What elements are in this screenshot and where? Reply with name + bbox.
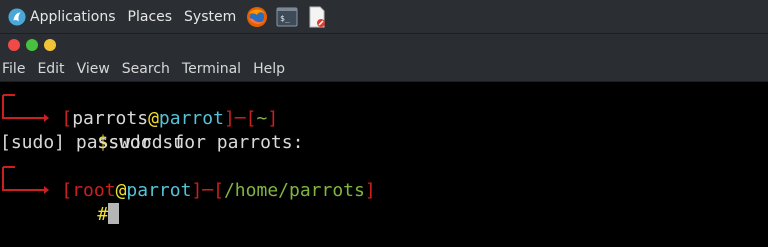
svg-text:$_: $_	[280, 14, 290, 23]
applications-menu[interactable]: Applications	[0, 0, 122, 34]
window-titlebar	[0, 34, 768, 56]
prompt-line-1: [parrots@parrot]─[~]	[61, 108, 279, 129]
text-editor-icon[interactable]	[306, 6, 328, 28]
text-cursor	[108, 203, 120, 224]
places-label: Places	[127, 8, 173, 25]
command-line-1: $sudo su	[97, 132, 185, 153]
menu-search[interactable]: Search	[120, 61, 176, 77]
system-label: System	[184, 8, 237, 25]
close-window-button[interactable]	[8, 39, 20, 51]
applications-label: Applications	[30, 8, 116, 25]
terminal-output[interactable]: [parrots@parrot]─[~] $sudo su [sudo] pas…	[0, 82, 768, 247]
menu-help[interactable]: Help	[251, 61, 291, 77]
menu-edit[interactable]: Edit	[35, 61, 70, 77]
command-line-2: #	[54, 179, 120, 225]
menu-view[interactable]: View	[75, 61, 116, 77]
sudo-password-prompt: [sudo] password for parrots:	[0, 132, 304, 153]
places-menu[interactable]: Places	[122, 0, 179, 34]
firefox-icon[interactable]	[246, 6, 268, 28]
terminal-menubar: File Edit View Search Terminal Help	[0, 56, 768, 82]
terminal-icon[interactable]: $_	[276, 6, 298, 28]
top-panel: Applications Places System $_	[0, 0, 768, 34]
menu-terminal[interactable]: Terminal	[180, 61, 247, 77]
system-menu[interactable]: System	[178, 0, 242, 34]
parrot-logo-icon	[8, 7, 26, 26]
prompt-line-2: [root@parrot]─[/home/parrots]	[61, 180, 376, 201]
menu-file[interactable]: File	[0, 61, 31, 77]
minimize-window-button[interactable]	[44, 39, 56, 51]
maximize-window-button[interactable]	[26, 39, 38, 51]
